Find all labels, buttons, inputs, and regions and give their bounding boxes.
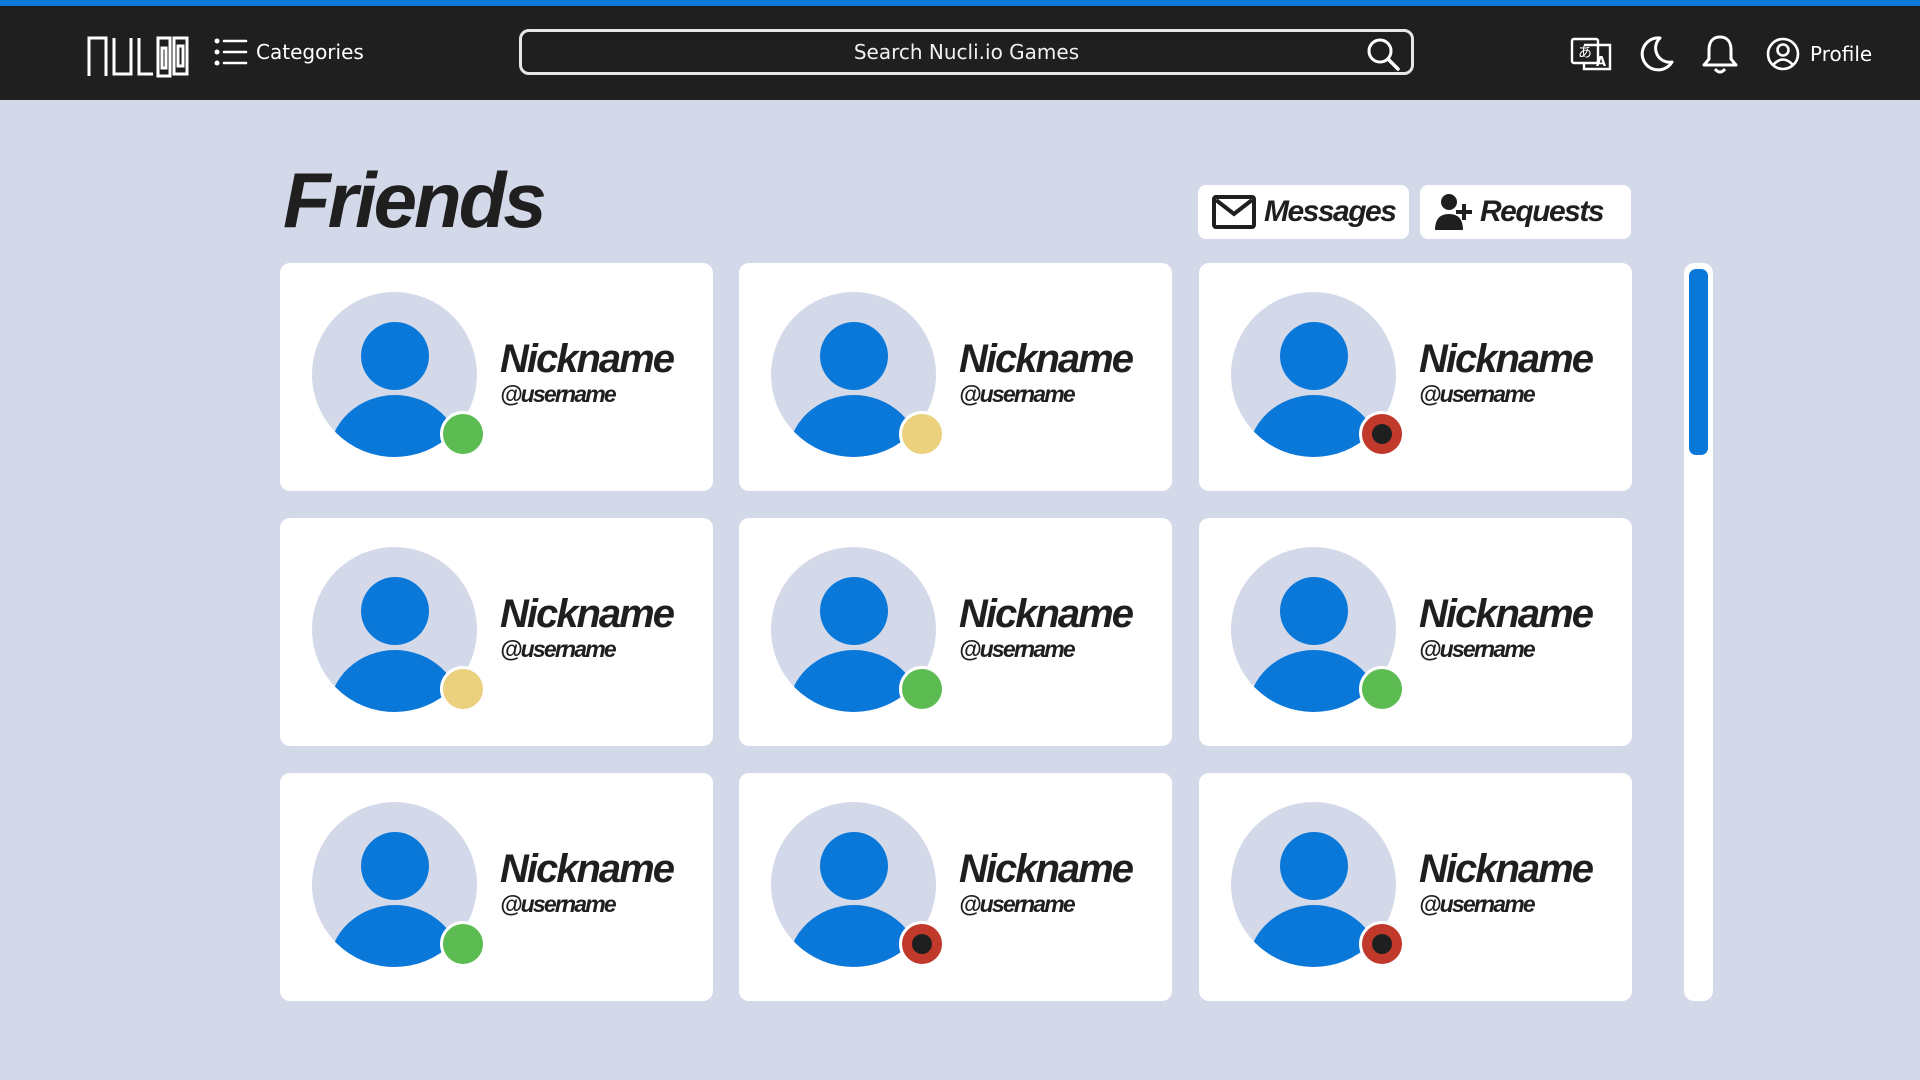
friend-card[interactable]: Nickname @username <box>739 263 1172 491</box>
search-icon[interactable] <box>1365 36 1401 72</box>
friend-card[interactable]: Nickname @username <box>280 518 713 746</box>
friend-card[interactable]: Nickname @username <box>739 518 1172 746</box>
envelope-icon <box>1212 195 1256 229</box>
friend-username: @username <box>1419 891 1536 917</box>
list-icon <box>214 38 248 66</box>
messages-button[interactable]: Messages <box>1198 185 1409 239</box>
bell-icon <box>1702 35 1738 74</box>
svg-text:A: A <box>1596 55 1606 70</box>
friend-nickname: Nickname <box>959 592 1134 636</box>
friend-nickname: Nickname <box>959 847 1134 891</box>
friend-nickname: Nickname <box>1419 592 1594 636</box>
friend-username: @username <box>1419 381 1536 407</box>
friend-username: @username <box>959 381 1076 407</box>
moon-icon <box>1640 36 1674 72</box>
busy-indicator-icon <box>912 934 932 954</box>
status-indicator-busy <box>1359 411 1405 457</box>
friend-username: @username <box>500 636 617 662</box>
svg-text:あ: あ <box>1578 45 1592 61</box>
busy-indicator-icon <box>1372 424 1392 444</box>
status-indicator-online <box>899 666 945 712</box>
translate-icon: あ A <box>1570 37 1612 71</box>
friend-username: @username <box>959 636 1076 662</box>
messages-label: Messages <box>1264 195 1397 228</box>
status-indicator-busy <box>899 921 945 967</box>
status-indicator-busy <box>1359 921 1405 967</box>
language-button[interactable]: あ A <box>1569 32 1613 76</box>
friend-nickname: Nickname <box>500 847 675 891</box>
status-indicator-online <box>440 411 486 457</box>
friend-username: @username <box>500 381 617 407</box>
busy-indicator-icon <box>1372 934 1392 954</box>
status-indicator-away <box>440 666 486 712</box>
friend-nickname: Nickname <box>959 337 1134 381</box>
profile-button[interactable]: Profile <box>1766 32 1872 76</box>
user-circle-icon <box>1766 37 1800 71</box>
categories-button[interactable]: Categories <box>214 34 364 70</box>
status-indicator-online <box>440 921 486 967</box>
search-placeholder: Search Nucli.io Games <box>853 40 1080 64</box>
nuclio-logo-icon[interactable] <box>86 34 190 78</box>
scrollbar-thumb[interactable] <box>1689 269 1708 455</box>
requests-label: Requests <box>1480 195 1605 228</box>
status-indicator-online <box>1359 666 1405 712</box>
profile-label: Profile <box>1810 42 1873 66</box>
search-bar[interactable]: Search Nucli.io Games <box>519 29 1414 75</box>
friend-nickname: Nickname <box>1419 337 1594 381</box>
friend-username: @username <box>959 891 1076 917</box>
user-plus-icon <box>1435 194 1472 230</box>
theme-toggle-button[interactable] <box>1634 32 1678 76</box>
friend-card[interactable]: Nickname @username <box>1199 773 1632 1001</box>
friend-username: @username <box>500 891 617 917</box>
friend-username: @username <box>1419 636 1536 662</box>
friend-card[interactable]: Nickname @username <box>1199 518 1632 746</box>
requests-button[interactable]: Requests <box>1420 185 1631 239</box>
top-navigation-bar: Categories Search Nucli.io Games あ A Pro… <box>0 6 1920 100</box>
scrollbar[interactable] <box>1684 263 1713 1001</box>
friend-card[interactable]: Nickname @username <box>280 773 713 1001</box>
friend-nickname: Nickname <box>500 337 675 381</box>
friend-card[interactable]: Nickname @username <box>1199 263 1632 491</box>
page-title: Friends <box>283 156 547 244</box>
friend-nickname: Nickname <box>1419 847 1594 891</box>
notifications-button[interactable] <box>1698 32 1742 76</box>
friend-card[interactable]: Nickname @username <box>280 263 713 491</box>
friend-nickname: Nickname <box>500 592 675 636</box>
categories-label: Categories <box>256 40 364 64</box>
status-indicator-away <box>899 411 945 457</box>
friend-card[interactable]: Nickname @username <box>739 773 1172 1001</box>
